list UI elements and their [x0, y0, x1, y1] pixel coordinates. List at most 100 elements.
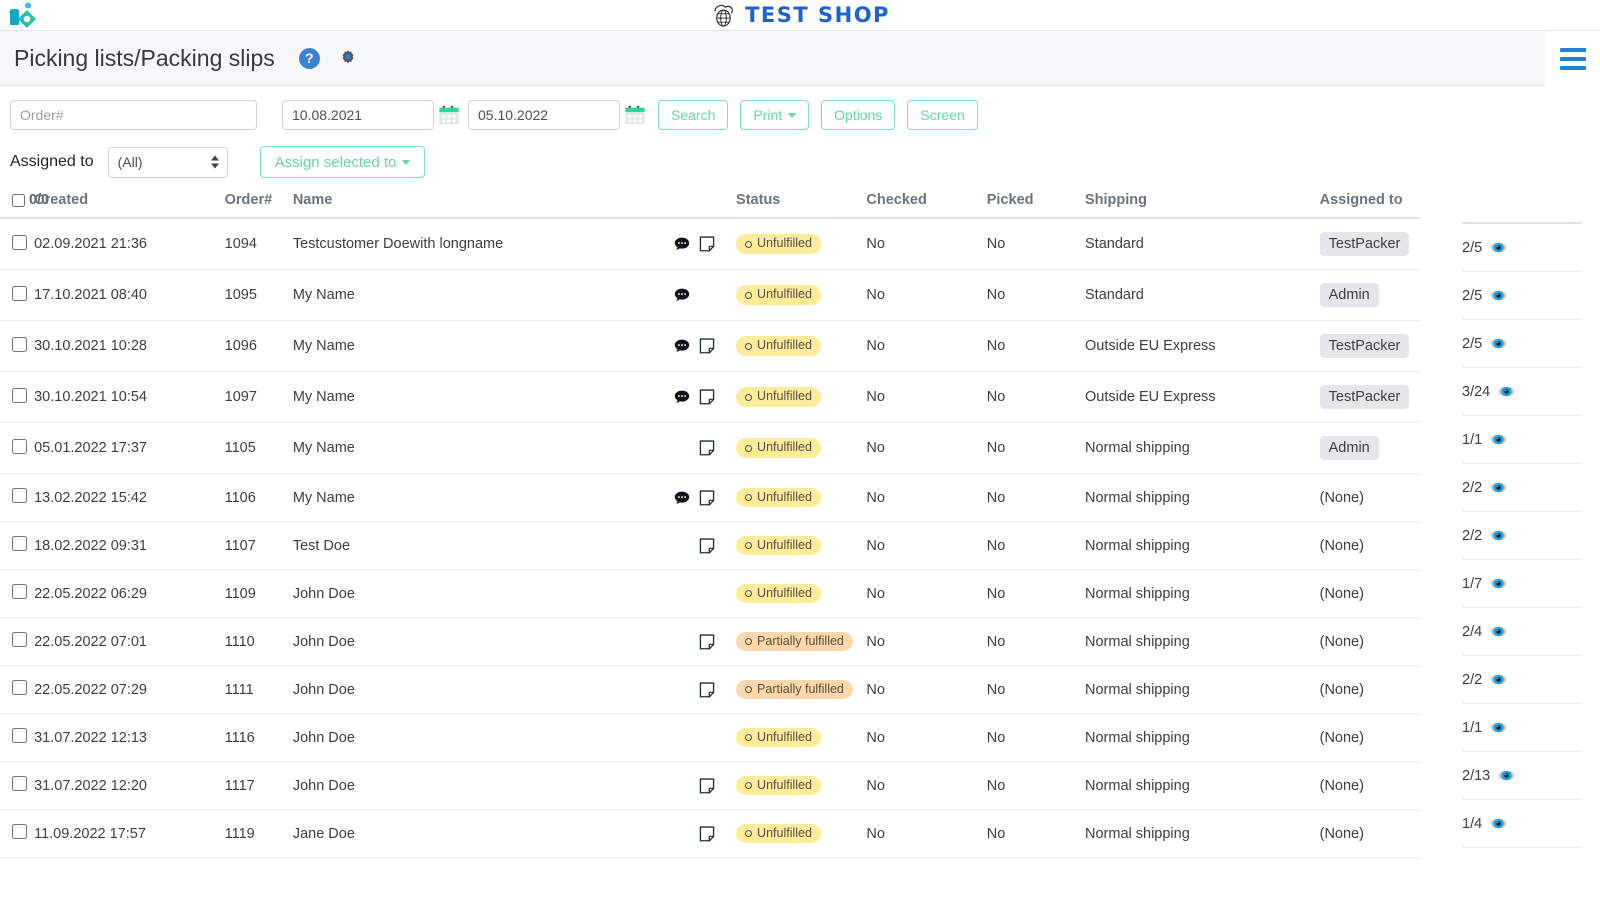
table-row[interactable]: 13.02.2022 15:421106My NameUnfulfilledNo…	[0, 474, 1420, 522]
table-row[interactable]: 22.05.2022 07:011110John DoePartially fu…	[0, 618, 1420, 666]
note-icon[interactable]	[699, 440, 715, 456]
cell-order-number[interactable]: 1119	[225, 810, 293, 858]
assigned-to-badge[interactable]: Admin	[1320, 436, 1379, 460]
row-checkbox[interactable]	[12, 536, 27, 551]
assigned-to-select[interactable]: (All)	[108, 147, 228, 178]
eye-icon[interactable]	[1490, 673, 1507, 686]
calendar-icon-from[interactable]	[438, 104, 460, 126]
table-row[interactable]: 11.09.2022 17:571119Jane DoeUnfulfilledN…	[0, 810, 1420, 858]
assigned-to-badge[interactable]: Admin	[1320, 283, 1379, 307]
table-row[interactable]: 22.05.2022 07:291111John DoePartially fu…	[0, 666, 1420, 714]
row-select-cell[interactable]	[0, 474, 34, 522]
note-icon[interactable]	[699, 389, 715, 405]
note-icon[interactable]	[699, 682, 715, 698]
table-row[interactable]: 22.05.2022 06:291109John DoeUnfulfilledN…	[0, 570, 1420, 618]
row-select-cell[interactable]	[0, 666, 34, 714]
column-assigned-to[interactable]: Assigned to	[1308, 186, 1420, 218]
assign-selected-to-button[interactable]: Assign selected to	[260, 146, 426, 178]
eye-icon[interactable]	[1490, 337, 1507, 350]
eye-icon[interactable]	[1490, 577, 1507, 590]
table-row[interactable]: 17.10.2021 08:401095My NameUnfulfilledNo…	[0, 270, 1420, 321]
print-button[interactable]: Print	[740, 100, 809, 130]
column-shipping[interactable]: Shipping	[1085, 186, 1308, 218]
comment-icon[interactable]	[674, 338, 690, 354]
date-from-input[interactable]	[282, 100, 434, 130]
calendar-icon-to[interactable]	[624, 104, 646, 126]
search-button[interactable]: Search	[658, 100, 728, 130]
column-picked[interactable]: Picked	[987, 186, 1085, 218]
eye-icon[interactable]	[1490, 721, 1507, 734]
row-checkbox[interactable]	[12, 337, 27, 352]
note-icon[interactable]	[699, 338, 715, 354]
row-select-cell[interactable]	[0, 570, 34, 618]
cell-order-number[interactable]: 1094	[225, 218, 293, 270]
column-created[interactable]: Created	[34, 186, 225, 218]
eye-icon[interactable]	[1490, 289, 1507, 302]
eye-icon[interactable]	[1490, 433, 1507, 446]
assigned-to-badge[interactable]: TestPacker	[1320, 385, 1410, 409]
note-icon[interactable]	[699, 778, 715, 794]
eye-icon[interactable]	[1490, 241, 1507, 254]
note-icon[interactable]	[699, 236, 715, 252]
row-select-cell[interactable]	[0, 714, 34, 762]
note-icon[interactable]	[699, 634, 715, 650]
table-row[interactable]: 30.10.2021 10:541097My NameUnfulfilledNo…	[0, 372, 1420, 423]
row-select-cell[interactable]	[0, 522, 34, 570]
gear-icon[interactable]	[338, 48, 358, 68]
cell-order-number[interactable]: 1096	[225, 321, 293, 372]
row-select-cell[interactable]	[0, 618, 34, 666]
table-row[interactable]: 31.07.2022 12:131116John DoeUnfulfilledN…	[0, 714, 1420, 762]
comment-icon[interactable]	[674, 236, 690, 252]
eye-icon[interactable]	[1498, 385, 1515, 398]
hamburger-menu-icon[interactable]	[1545, 31, 1600, 86]
cell-order-number[interactable]: 1106	[225, 474, 293, 522]
row-select-cell[interactable]	[0, 810, 34, 858]
comment-icon[interactable]	[674, 287, 690, 303]
row-checkbox[interactable]	[12, 776, 27, 791]
cell-order-number[interactable]: 1109	[225, 570, 293, 618]
help-icon[interactable]: ?	[299, 48, 320, 69]
table-row[interactable]: 18.02.2022 09:311107Test DoeUnfulfilledN…	[0, 522, 1420, 570]
cell-order-number[interactable]: 1105	[225, 423, 293, 474]
comment-icon[interactable]	[674, 490, 690, 506]
row-checkbox[interactable]	[12, 728, 27, 743]
table-row[interactable]: 31.07.2022 12:201117John DoeUnfulfilledN…	[0, 762, 1420, 810]
row-select-cell[interactable]	[0, 372, 34, 423]
note-icon[interactable]	[699, 490, 715, 506]
assigned-to-badge[interactable]: TestPacker	[1320, 334, 1410, 358]
table-row[interactable]: 02.09.2021 21:361094Testcustomer Doewith…	[0, 218, 1420, 270]
eye-icon[interactable]	[1490, 529, 1507, 542]
row-select-cell[interactable]	[0, 218, 34, 270]
date-to-input[interactable]	[468, 100, 620, 130]
eye-icon[interactable]	[1490, 481, 1507, 494]
column-checked[interactable]: Checked	[866, 186, 986, 218]
column-name[interactable]: Name	[293, 186, 674, 218]
row-select-cell[interactable]	[0, 270, 34, 321]
options-button[interactable]: Options	[821, 100, 895, 130]
row-checkbox[interactable]	[12, 584, 27, 599]
row-checkbox[interactable]	[12, 388, 27, 403]
cell-order-number[interactable]: 1117	[225, 762, 293, 810]
row-select-cell[interactable]	[0, 321, 34, 372]
row-checkbox[interactable]	[12, 824, 27, 839]
eye-icon[interactable]	[1498, 769, 1515, 782]
row-checkbox[interactable]	[12, 488, 27, 503]
screen-button[interactable]: Screen	[907, 100, 977, 130]
cell-order-number[interactable]: 1111	[225, 666, 293, 714]
eye-icon[interactable]	[1490, 817, 1507, 830]
cell-order-number[interactable]: 1116	[225, 714, 293, 762]
column-order[interactable]: Order#	[225, 186, 293, 218]
row-checkbox[interactable]	[12, 680, 27, 695]
row-checkbox[interactable]	[12, 632, 27, 647]
cell-order-number[interactable]: 1107	[225, 522, 293, 570]
cell-order-number[interactable]: 1110	[225, 618, 293, 666]
cell-order-number[interactable]: 1097	[225, 372, 293, 423]
row-checkbox[interactable]	[12, 235, 27, 250]
cell-order-number[interactable]: 1095	[225, 270, 293, 321]
row-select-cell[interactable]	[0, 762, 34, 810]
table-row[interactable]: 05.01.2022 17:371105My NameUnfulfilledNo…	[0, 423, 1420, 474]
note-icon[interactable]	[699, 538, 715, 554]
order-number-input[interactable]	[10, 100, 257, 130]
assigned-to-badge[interactable]: TestPacker	[1320, 232, 1410, 256]
select-all-checkbox[interactable]	[12, 193, 25, 208]
